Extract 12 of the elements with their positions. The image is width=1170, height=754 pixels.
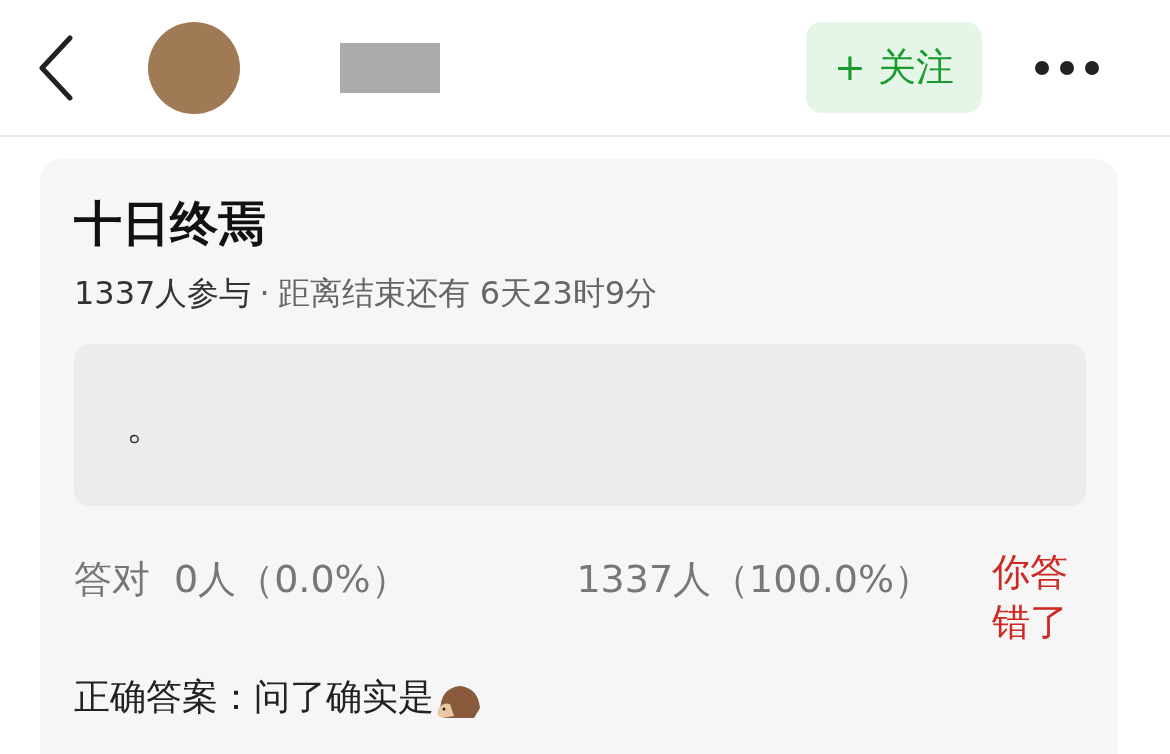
correct-count: 0人（0.0%） [174,556,409,604]
more-icon[interactable] [1034,59,1100,76]
separator-dot: · [259,273,270,312]
poll-option[interactable]: 。 [74,344,1086,507]
result-verdict: 你答错了 [992,549,1069,646]
correct-label: 答对 [74,556,150,604]
participant-count: 1337人参与 [74,273,252,312]
correct-answer: 正确答案：问了确实是 [74,674,434,719]
time-remaining: 距离结束还有 6天23时9分 [277,273,658,312]
back-icon[interactable] [38,34,74,101]
total-count: 1337人（100.0%） [576,556,932,604]
poll-title: 十日终焉 [74,195,267,253]
